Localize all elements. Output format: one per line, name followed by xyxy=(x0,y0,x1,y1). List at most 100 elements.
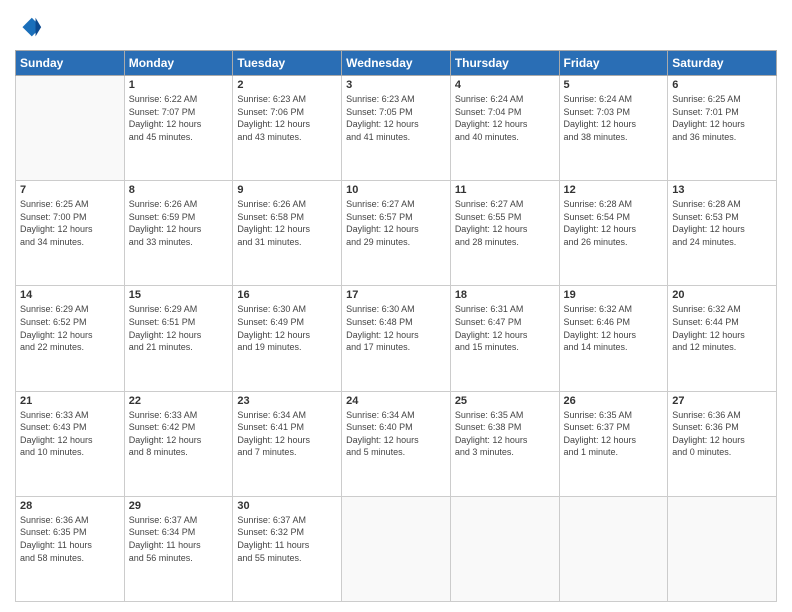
calendar-cell: 15Sunrise: 6:29 AM Sunset: 6:51 PM Dayli… xyxy=(124,286,233,391)
calendar-cell: 7Sunrise: 6:25 AM Sunset: 7:00 PM Daylig… xyxy=(16,181,125,286)
day-number: 22 xyxy=(129,395,229,407)
calendar-cell xyxy=(559,496,668,601)
weekday-header: Wednesday xyxy=(342,51,451,76)
calendar-cell: 25 Sunrise: 6:35 AM Sunset: 6:38 PM Dayli… xyxy=(450,391,559,496)
day-info: Sunrise: 6:32 AM Sunset: 6:44 PM Dayligh… xyxy=(672,303,772,353)
day-number: 18 xyxy=(455,289,555,301)
calendar-cell: 26Sunrise: 6:35 AM Sunset: 6:37 PM Dayli… xyxy=(559,391,668,496)
day-info: Sunrise: 6:22 AM Sunset: 7:07 PM Dayligh… xyxy=(129,93,229,143)
day-info: Sunrise: 6:24 AM Sunset: 7:03 PM Dayligh… xyxy=(564,93,664,143)
calendar-cell: 21Sunrise: 6:33 AM Sunset: 6:43 PM Dayli… xyxy=(16,391,125,496)
day-info: Sunrise: 6:37 AM Sunset: 6:32 PM Dayligh… xyxy=(237,514,337,564)
day-info: Sunrise: 6:27 AM Sunset: 6:57 PM Dayligh… xyxy=(346,198,446,248)
calendar-cell: 27 Sunrise: 6:36 AM Sunset: 6:36 PM Dayli… xyxy=(668,391,777,496)
day-info: Sunrise: 6:30 AM Sunset: 6:49 PM Dayligh… xyxy=(237,303,337,353)
day-info: Sunrise: 6:23 AM Sunset: 7:06 PM Dayligh… xyxy=(237,93,337,143)
day-number: 24 xyxy=(346,395,446,407)
day-info: Sunrise: 6:26 AM Sunset: 6:58 PM Dayligh… xyxy=(237,198,337,248)
header xyxy=(15,10,777,42)
day-number: 2 xyxy=(237,79,337,91)
calendar-cell: 13 Sunrise: 6:28 AM Sunset: 6:53 PM Dayli… xyxy=(668,181,777,286)
page: SundayMondayTuesdayWednesdayThursdayFrid… xyxy=(0,0,792,612)
calendar-cell: 17 Sunrise: 6:30 AM Sunset: 6:48 PM Dayli… xyxy=(342,286,451,391)
calendar-cell: 2 Sunrise: 6:23 AM Sunset: 7:06 PM Daylig… xyxy=(233,76,342,181)
day-number: 10 xyxy=(346,184,446,196)
logo xyxy=(15,14,45,42)
day-info: Sunrise: 6:26 AM Sunset: 6:59 PM Dayligh… xyxy=(129,198,229,248)
calendar-cell xyxy=(342,496,451,601)
calendar-cell: 1 Sunrise: 6:22 AM Sunset: 7:07 PM Daylig… xyxy=(124,76,233,181)
calendar-week-row: 1 Sunrise: 6:22 AM Sunset: 7:07 PM Daylig… xyxy=(16,76,777,181)
calendar-cell: 4 Sunrise: 6:24 AM Sunset: 7:04 PM Daylig… xyxy=(450,76,559,181)
day-info: Sunrise: 6:36 AM Sunset: 6:35 PM Dayligh… xyxy=(20,514,120,564)
day-number: 12 xyxy=(564,184,664,196)
calendar-cell: 8 Sunrise: 6:26 AM Sunset: 6:59 PM Daylig… xyxy=(124,181,233,286)
calendar-cell: 3 Sunrise: 6:23 AM Sunset: 7:05 PM Daylig… xyxy=(342,76,451,181)
calendar-cell: 9 Sunrise: 6:26 AM Sunset: 6:58 PM Daylig… xyxy=(233,181,342,286)
calendar-cell xyxy=(16,76,125,181)
day-info: Sunrise: 6:36 AM Sunset: 6:36 PM Dayligh… xyxy=(672,409,772,459)
day-info: Sunrise: 6:30 AM Sunset: 6:48 PM Dayligh… xyxy=(346,303,446,353)
day-info: Sunrise: 6:27 AM Sunset: 6:55 PM Dayligh… xyxy=(455,198,555,248)
calendar-week-row: 21Sunrise: 6:33 AM Sunset: 6:43 PM Dayli… xyxy=(16,391,777,496)
calendar-cell: 12 Sunrise: 6:28 AM Sunset: 6:54 PM Dayli… xyxy=(559,181,668,286)
day-info: Sunrise: 6:37 AM Sunset: 6:34 PM Dayligh… xyxy=(129,514,229,564)
calendar-table: SundayMondayTuesdayWednesdayThursdayFrid… xyxy=(15,50,777,602)
calendar-cell: 20 Sunrise: 6:32 AM Sunset: 6:44 PM Dayli… xyxy=(668,286,777,391)
calendar-cell xyxy=(450,496,559,601)
calendar-cell: 10 Sunrise: 6:27 AM Sunset: 6:57 PM Dayli… xyxy=(342,181,451,286)
calendar-cell: 18 Sunrise: 6:31 AM Sunset: 6:47 PM Dayli… xyxy=(450,286,559,391)
day-number: 29 xyxy=(129,500,229,512)
calendar-cell: 24 Sunrise: 6:34 AM Sunset: 6:40 PM Dayli… xyxy=(342,391,451,496)
day-info: Sunrise: 6:33 AM Sunset: 6:43 PM Dayligh… xyxy=(20,409,120,459)
day-info: Sunrise: 6:23 AM Sunset: 7:05 PM Dayligh… xyxy=(346,93,446,143)
calendar-cell: 22 Sunrise: 6:33 AM Sunset: 6:42 PM Dayli… xyxy=(124,391,233,496)
day-info: Sunrise: 6:28 AM Sunset: 6:53 PM Dayligh… xyxy=(672,198,772,248)
calendar-cell: 23 Sunrise: 6:34 AM Sunset: 6:41 PM Dayli… xyxy=(233,391,342,496)
day-number: 4 xyxy=(455,79,555,91)
day-info: Sunrise: 6:34 AM Sunset: 6:41 PM Dayligh… xyxy=(237,409,337,459)
day-number: 23 xyxy=(237,395,337,407)
calendar-cell: 29 Sunrise: 6:37 AM Sunset: 6:34 PM Dayli… xyxy=(124,496,233,601)
calendar-header-row: SundayMondayTuesdayWednesdayThursdayFrid… xyxy=(16,51,777,76)
day-number: 6 xyxy=(672,79,772,91)
day-info: Sunrise: 6:32 AM Sunset: 6:46 PM Dayligh… xyxy=(564,303,664,353)
calendar-cell: 30 Sunrise: 6:37 AM Sunset: 6:32 PM Dayli… xyxy=(233,496,342,601)
calendar-cell: 5Sunrise: 6:24 AM Sunset: 7:03 PM Daylig… xyxy=(559,76,668,181)
calendar-week-row: 14Sunrise: 6:29 AM Sunset: 6:52 PM Dayli… xyxy=(16,286,777,391)
day-info: Sunrise: 6:35 AM Sunset: 6:37 PM Dayligh… xyxy=(564,409,664,459)
day-info: Sunrise: 6:25 AM Sunset: 7:01 PM Dayligh… xyxy=(672,93,772,143)
day-number: 9 xyxy=(237,184,337,196)
day-number: 27 xyxy=(672,395,772,407)
day-number: 13 xyxy=(672,184,772,196)
calendar-cell: 16Sunrise: 6:30 AM Sunset: 6:49 PM Dayli… xyxy=(233,286,342,391)
day-info: Sunrise: 6:31 AM Sunset: 6:47 PM Dayligh… xyxy=(455,303,555,353)
day-number: 25 xyxy=(455,395,555,407)
day-number: 15 xyxy=(129,289,229,301)
calendar-cell: 19Sunrise: 6:32 AM Sunset: 6:46 PM Dayli… xyxy=(559,286,668,391)
day-number: 3 xyxy=(346,79,446,91)
calendar-cell: 6 Sunrise: 6:25 AM Sunset: 7:01 PM Daylig… xyxy=(668,76,777,181)
logo-icon xyxy=(15,14,43,42)
day-number: 30 xyxy=(237,500,337,512)
day-number: 1 xyxy=(129,79,229,91)
day-number: 17 xyxy=(346,289,446,301)
weekday-header: Saturday xyxy=(668,51,777,76)
weekday-header: Thursday xyxy=(450,51,559,76)
calendar-week-row: 7Sunrise: 6:25 AM Sunset: 7:00 PM Daylig… xyxy=(16,181,777,286)
day-info: Sunrise: 6:33 AM Sunset: 6:42 PM Dayligh… xyxy=(129,409,229,459)
day-info: Sunrise: 6:35 AM Sunset: 6:38 PM Dayligh… xyxy=(455,409,555,459)
weekday-header: Tuesday xyxy=(233,51,342,76)
day-number: 7 xyxy=(20,184,120,196)
day-number: 28 xyxy=(20,500,120,512)
weekday-header: Sunday xyxy=(16,51,125,76)
day-number: 8 xyxy=(129,184,229,196)
day-number: 14 xyxy=(20,289,120,301)
weekday-header: Monday xyxy=(124,51,233,76)
day-info: Sunrise: 6:28 AM Sunset: 6:54 PM Dayligh… xyxy=(564,198,664,248)
calendar-cell xyxy=(668,496,777,601)
day-info: Sunrise: 6:24 AM Sunset: 7:04 PM Dayligh… xyxy=(455,93,555,143)
day-number: 11 xyxy=(455,184,555,196)
day-info: Sunrise: 6:34 AM Sunset: 6:40 PM Dayligh… xyxy=(346,409,446,459)
day-number: 20 xyxy=(672,289,772,301)
